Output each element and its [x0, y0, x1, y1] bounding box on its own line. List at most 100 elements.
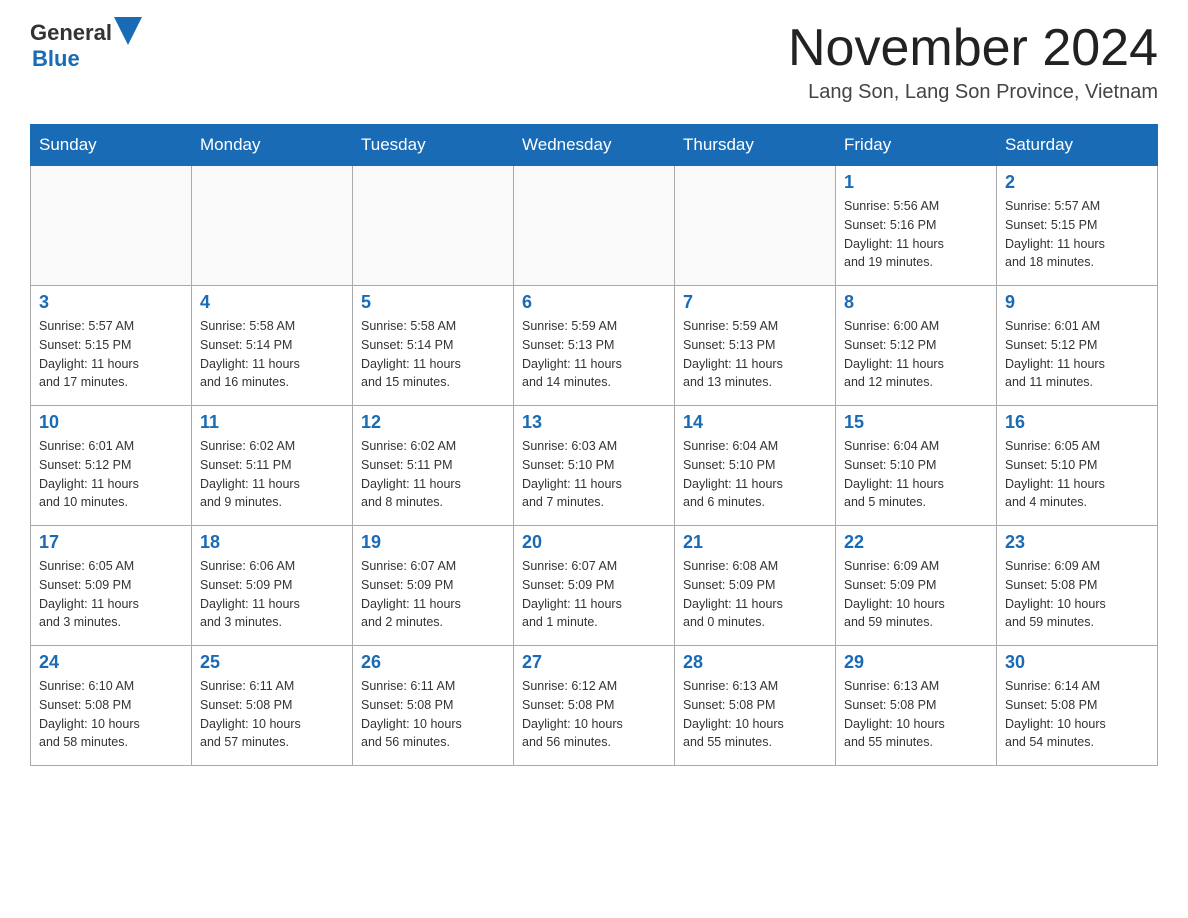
calendar-cell: 29Sunrise: 6:13 AMSunset: 5:08 PMDayligh… — [836, 646, 997, 766]
day-info: Sunrise: 5:56 AMSunset: 5:16 PMDaylight:… — [844, 197, 988, 272]
day-number: 15 — [844, 412, 988, 433]
day-info: Sunrise: 5:58 AMSunset: 5:14 PMDaylight:… — [200, 317, 344, 392]
calendar-cell: 18 Sunrise: 6:06 AMSunset: 5:09 PMDayligh… — [192, 526, 353, 646]
weekday-header-tuesday: Tuesday — [353, 125, 514, 166]
calendar-table: SundayMondayTuesdayWednesdayThursdayFrid… — [30, 124, 1158, 766]
weekday-header-friday: Friday — [836, 125, 997, 166]
day-number: 28 — [683, 652, 827, 673]
day-number: 1 — [844, 172, 988, 193]
week-row-1: 3 Sunrise: 5:57 AMSunset: 5:15 PMDaylight… — [31, 286, 1158, 406]
day-info: Sunrise: 6:07 AMSunset: 5:09 PMDaylight:… — [361, 557, 505, 632]
day-info: Sunrise: 6:09 AMSunset: 5:09 PMDaylight:… — [844, 557, 988, 632]
week-row-4: 24Sunrise: 6:10 AMSunset: 5:08 PMDayligh… — [31, 646, 1158, 766]
calendar-cell — [675, 166, 836, 286]
calendar-cell — [353, 166, 514, 286]
month-title: November 2024 — [788, 20, 1158, 77]
day-info: Sunrise: 6:01 AMSunset: 5:12 PMDaylight:… — [39, 437, 183, 512]
day-number: 18 — [200, 532, 344, 553]
day-info: Sunrise: 6:02 AMSunset: 5:11 PMDaylight:… — [200, 437, 344, 512]
day-number: 6 — [522, 292, 666, 313]
day-number: 22 — [844, 532, 988, 553]
calendar-cell: 8 Sunrise: 6:00 AMSunset: 5:12 PMDaylight… — [836, 286, 997, 406]
calendar-cell: 3 Sunrise: 5:57 AMSunset: 5:15 PMDaylight… — [31, 286, 192, 406]
weekday-header-wednesday: Wednesday — [514, 125, 675, 166]
calendar-cell: 5 Sunrise: 5:58 AMSunset: 5:14 PMDaylight… — [353, 286, 514, 406]
calendar-cell: 15 Sunrise: 6:04 AMSunset: 5:10 PMDayligh… — [836, 406, 997, 526]
day-number: 27 — [522, 652, 666, 673]
week-row-2: 10 Sunrise: 6:01 AMSunset: 5:12 PMDayligh… — [31, 406, 1158, 526]
day-info: Sunrise: 6:07 AMSunset: 5:09 PMDaylight:… — [522, 557, 666, 632]
calendar-cell: 1 Sunrise: 5:56 AMSunset: 5:16 PMDaylight… — [836, 166, 997, 286]
day-info: Sunrise: 6:14 AMSunset: 5:08 PMDaylight:… — [1005, 677, 1149, 752]
day-info: Sunrise: 5:58 AMSunset: 5:14 PMDaylight:… — [361, 317, 505, 392]
week-row-0: 1 Sunrise: 5:56 AMSunset: 5:16 PMDaylight… — [31, 166, 1158, 286]
calendar-cell: 27Sunrise: 6:12 AMSunset: 5:08 PMDayligh… — [514, 646, 675, 766]
weekday-header-thursday: Thursday — [675, 125, 836, 166]
day-info: Sunrise: 6:08 AMSunset: 5:09 PMDaylight:… — [683, 557, 827, 632]
header: General Blue November 2024 Lang Son, Lan… — [30, 20, 1158, 104]
day-number: 20 — [522, 532, 666, 553]
weekday-header-saturday: Saturday — [997, 125, 1158, 166]
calendar-cell: 6 Sunrise: 5:59 AMSunset: 5:13 PMDaylight… — [514, 286, 675, 406]
day-info: Sunrise: 6:04 AMSunset: 5:10 PMDaylight:… — [683, 437, 827, 512]
day-number: 19 — [361, 532, 505, 553]
day-number: 10 — [39, 412, 183, 433]
calendar-cell: 21 Sunrise: 6:08 AMSunset: 5:09 PMDayligh… — [675, 526, 836, 646]
day-number: 8 — [844, 292, 988, 313]
day-number: 5 — [361, 292, 505, 313]
calendar-cell: 25 Sunrise: 6:11 AMSunset: 5:08 PMDayligh… — [192, 646, 353, 766]
day-number: 25 — [200, 652, 344, 673]
day-info: Sunrise: 5:57 AMSunset: 5:15 PMDaylight:… — [39, 317, 183, 392]
day-info: Sunrise: 6:04 AMSunset: 5:10 PMDaylight:… — [844, 437, 988, 512]
day-info: Sunrise: 5:57 AMSunset: 5:15 PMDaylight:… — [1005, 197, 1149, 272]
logo-general-text: General — [30, 20, 112, 46]
calendar-cell: 19 Sunrise: 6:07 AMSunset: 5:09 PMDayligh… — [353, 526, 514, 646]
day-info: Sunrise: 5:59 AMSunset: 5:13 PMDaylight:… — [522, 317, 666, 392]
day-number: 3 — [39, 292, 183, 313]
day-info: Sunrise: 6:05 AMSunset: 5:10 PMDaylight:… — [1005, 437, 1149, 512]
logo-icon — [114, 17, 142, 45]
day-number: 30 — [1005, 652, 1149, 673]
day-info: Sunrise: 6:11 AMSunset: 5:08 PMDaylight:… — [361, 677, 505, 752]
calendar-cell — [514, 166, 675, 286]
calendar-cell: 11Sunrise: 6:02 AMSunset: 5:11 PMDayligh… — [192, 406, 353, 526]
day-info: Sunrise: 6:11 AMSunset: 5:08 PMDaylight:… — [200, 677, 344, 752]
weekday-header-sunday: Sunday — [31, 125, 192, 166]
calendar-cell: 16Sunrise: 6:05 AMSunset: 5:10 PMDayligh… — [997, 406, 1158, 526]
calendar-cell: 12Sunrise: 6:02 AMSunset: 5:11 PMDayligh… — [353, 406, 514, 526]
calendar-cell: 28 Sunrise: 6:13 AMSunset: 5:08 PMDayligh… — [675, 646, 836, 766]
calendar-cell: 26 Sunrise: 6:11 AMSunset: 5:08 PMDayligh… — [353, 646, 514, 766]
calendar-cell: 9 Sunrise: 6:01 AMSunset: 5:12 PMDaylight… — [997, 286, 1158, 406]
calendar-cell — [31, 166, 192, 286]
day-number: 9 — [1005, 292, 1149, 313]
calendar-cell: 13Sunrise: 6:03 AMSunset: 5:10 PMDayligh… — [514, 406, 675, 526]
calendar-cell: 14 Sunrise: 6:04 AMSunset: 5:10 PMDayligh… — [675, 406, 836, 526]
day-info: Sunrise: 6:01 AMSunset: 5:12 PMDaylight:… — [1005, 317, 1149, 392]
week-row-3: 17Sunrise: 6:05 AMSunset: 5:09 PMDayligh… — [31, 526, 1158, 646]
calendar-cell: 30 Sunrise: 6:14 AMSunset: 5:08 PMDayligh… — [997, 646, 1158, 766]
weekday-header-row: SundayMondayTuesdayWednesdayThursdayFrid… — [31, 125, 1158, 166]
calendar-cell: 23Sunrise: 6:09 AMSunset: 5:08 PMDayligh… — [997, 526, 1158, 646]
calendar-cell: 10 Sunrise: 6:01 AMSunset: 5:12 PMDayligh… — [31, 406, 192, 526]
day-number: 26 — [361, 652, 505, 673]
day-info: Sunrise: 5:59 AMSunset: 5:13 PMDaylight:… — [683, 317, 827, 392]
calendar-cell: 4 Sunrise: 5:58 AMSunset: 5:14 PMDaylight… — [192, 286, 353, 406]
day-number: 4 — [200, 292, 344, 313]
day-info: Sunrise: 6:02 AMSunset: 5:11 PMDaylight:… — [361, 437, 505, 512]
title-area: November 2024 Lang Son, Lang Son Provinc… — [788, 20, 1158, 104]
day-info: Sunrise: 6:00 AMSunset: 5:12 PMDaylight:… — [844, 317, 988, 392]
calendar-cell — [192, 166, 353, 286]
day-info: Sunrise: 6:13 AMSunset: 5:08 PMDaylight:… — [683, 677, 827, 752]
day-number: 7 — [683, 292, 827, 313]
day-number: 2 — [1005, 172, 1149, 193]
day-info: Sunrise: 6:06 AMSunset: 5:09 PMDaylight:… — [200, 557, 344, 632]
day-number: 23 — [1005, 532, 1149, 553]
day-number: 21 — [683, 532, 827, 553]
location-subtitle: Lang Son, Lang Son Province, Vietnam — [788, 81, 1158, 104]
logo: General Blue — [30, 20, 142, 72]
logo-blue-text: Blue — [32, 46, 80, 72]
calendar-cell: 20 Sunrise: 6:07 AMSunset: 5:09 PMDayligh… — [514, 526, 675, 646]
day-number: 24 — [39, 652, 183, 673]
day-number: 14 — [683, 412, 827, 433]
calendar-cell: 2 Sunrise: 5:57 AMSunset: 5:15 PMDaylight… — [997, 166, 1158, 286]
